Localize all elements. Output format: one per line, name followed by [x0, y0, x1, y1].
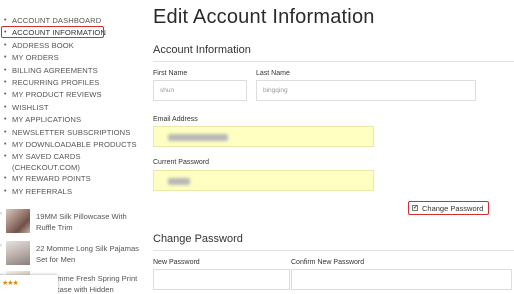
sidebar-item-my-downloadable-products[interactable]: • MY DOWNLOADABLE PRODUCTS: [0, 139, 140, 151]
sidebar-item-account-information[interactable]: • ACCOUNT INFORMATION: [0, 26, 140, 39]
change-password-label[interactable]: Change Password: [422, 204, 483, 213]
last-name-field[interactable]: [256, 80, 476, 101]
current-password-label: Current Password: [153, 159, 210, 166]
email-field[interactable]: [153, 126, 374, 147]
account-nav: • ACCOUNT DASHBOARD • ACCOUNT INFORMATION …: [0, 15, 140, 198]
sidebar-item-label: MY SAVED CARDS (CHECKOUT.COM): [12, 152, 81, 173]
sidebar-item-label: MY PRODUCT REVIEWS: [12, 90, 102, 100]
bullet-icon: •: [4, 116, 7, 124]
product-thumbnail[interactable]: [6, 241, 30, 265]
chevron-right-icon: ›: [0, 211, 2, 217]
section-divider: [153, 250, 514, 251]
bullet-icon: •: [4, 128, 7, 136]
last-name-label: Last Name: [256, 70, 290, 77]
star-rating-icon: ★★★: [2, 280, 19, 287]
product-item[interactable]: › 19MM Silk Pillowcase With Ruffle Trim: [0, 209, 148, 237]
rating-popup: ★★★: [0, 275, 58, 294]
sidebar-item-label: WISHLIST: [12, 102, 49, 112]
redacted-password: [168, 178, 190, 185]
product-name[interactable]: 22 Momme Long Silk Pajamas Set for Men: [36, 243, 144, 265]
change-password-heading: Change Password: [153, 233, 243, 245]
sidebar-item-label: ACCOUNT INFORMATION: [12, 28, 107, 38]
sidebar-item-label: MY REWARD POINTS: [12, 174, 91, 184]
sidebar-item-label: NEWSLETTER SUBSCRIPTIONS: [12, 127, 131, 137]
sidebar-item-label: MY DOWNLOADABLE PRODUCTS: [12, 139, 137, 149]
new-password-field[interactable]: [153, 269, 290, 290]
confirm-new-password-field[interactable]: [291, 269, 512, 290]
redacted-email: [168, 134, 228, 141]
bullet-icon: •: [4, 153, 7, 161]
sidebar-item-wishlist[interactable]: • WISHLIST: [0, 102, 140, 114]
sidebar-item-label: RECURRING PROFILES: [12, 77, 100, 87]
sidebar-item-account-dashboard[interactable]: • ACCOUNT DASHBOARD: [0, 15, 140, 27]
bullet-icon: •: [4, 140, 7, 148]
main-content: Edit Account Information Account Informa…: [153, 0, 514, 294]
product-thumbnail[interactable]: [6, 209, 30, 233]
bullet-icon: •: [4, 54, 7, 62]
page-title: Edit Account Information: [153, 6, 375, 28]
product-name[interactable]: 19MM Silk Pillowcase With Ruffle Trim: [36, 211, 144, 233]
confirm-password-label: Confirm New Password: [291, 259, 365, 266]
bullet-icon: •: [4, 103, 7, 111]
sidebar-item-my-applications[interactable]: • MY APPLICATIONS: [0, 114, 140, 126]
bullet-icon: •: [4, 17, 7, 24]
sidebar-item-my-orders[interactable]: • MY ORDERS: [0, 52, 140, 64]
current-password-field[interactable]: [153, 170, 374, 191]
first-name-label: First Name: [153, 70, 188, 77]
first-name-field[interactable]: [153, 80, 247, 101]
section-divider: [153, 61, 514, 62]
sidebar-item-label: ACCOUNT DASHBOARD: [12, 16, 102, 25]
checkbox-checked-icon[interactable]: ✓: [412, 204, 418, 211]
account-sidebar: • ACCOUNT DASHBOARD • ACCOUNT INFORMATION …: [0, 0, 148, 294]
sidebar-item-label: MY ORDERS: [12, 53, 59, 63]
sidebar-item-my-referrals[interactable]: • MY REFERRALS: [0, 186, 140, 198]
change-password-toggle[interactable]: ✓ Change Password: [408, 201, 489, 215]
bullet-icon: •: [4, 66, 7, 74]
email-label: Email Address: [153, 116, 198, 123]
sidebar-item-my-saved-cards[interactable]: • MY SAVED CARDS (CHECKOUT.COM): [0, 151, 140, 173]
bullet-icon: •: [4, 187, 7, 195]
sidebar-item-address-book[interactable]: • ADDRESS BOOK: [0, 40, 140, 52]
product-item[interactable]: › 22 Momme Long Silk Pajamas Set for Men: [0, 241, 148, 269]
bullet-icon: •: [4, 78, 7, 86]
sidebar-item-recurring-profiles[interactable]: • RECURRING PROFILES: [0, 77, 140, 89]
bullet-icon: •: [4, 29, 7, 37]
bullet-icon: •: [4, 41, 7, 49]
sidebar-item-my-product-reviews[interactable]: • MY PRODUCT REVIEWS: [0, 89, 140, 101]
sidebar-item-label: BILLING AGREEMENTS: [12, 65, 98, 75]
sidebar-item-label: ADDRESS BOOK: [12, 40, 74, 50]
sidebar-item-billing-agreements[interactable]: • BILLING AGREEMENTS: [0, 65, 140, 77]
sidebar-item-label: MY APPLICATIONS: [12, 115, 82, 125]
account-information-heading: Account Information: [153, 44, 251, 56]
new-password-label: New Password: [153, 259, 200, 266]
chevron-right-icon: ›: [0, 243, 2, 249]
bullet-icon: •: [4, 91, 7, 99]
sidebar-item-newsletter-subscriptions[interactable]: • NEWSLETTER SUBSCRIPTIONS: [0, 127, 140, 139]
sidebar-item-my-reward-points[interactable]: • MY REWARD POINTS: [0, 173, 140, 185]
sidebar-item-label: MY REFERRALS: [12, 186, 73, 196]
bullet-icon: •: [4, 175, 7, 183]
